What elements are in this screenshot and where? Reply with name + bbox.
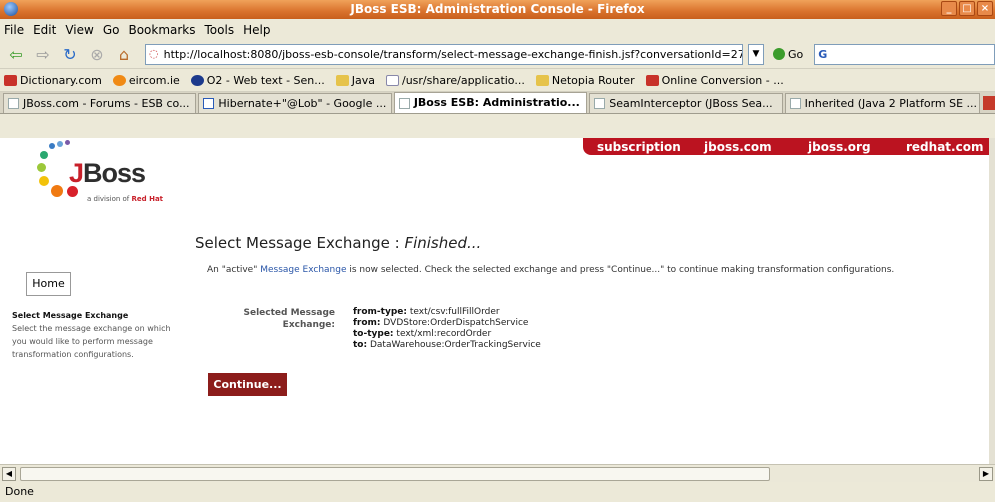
page-content: subscription jboss.com jboss.org redhat.… xyxy=(0,138,995,464)
sidebar-step: Select Message Exchange Select the messa… xyxy=(12,309,172,361)
file-icon xyxy=(789,98,801,109)
continue-button[interactable]: Continue... xyxy=(208,373,287,396)
go-icon xyxy=(773,48,785,60)
vertical-scrollbar[interactable] xyxy=(989,138,995,464)
message-exchange-link[interactable]: Message Exchange xyxy=(260,265,346,275)
window-controls: _ □ × xyxy=(941,1,993,16)
window-title: JBoss ESB: Administration Console - Fire… xyxy=(350,2,645,16)
folder-icon xyxy=(535,74,549,86)
firefox-icon xyxy=(4,2,18,16)
nav-jboss-org[interactable]: jboss.org xyxy=(808,140,871,154)
status-text: Done xyxy=(5,485,34,498)
sidebar-step-desc: Select the message exchange on which you… xyxy=(12,324,171,359)
tab-jboss-esb-admin[interactable]: JBoss ESB: Administratio... xyxy=(393,92,588,113)
menu-help[interactable]: Help xyxy=(243,23,270,37)
intro-text: An "active" Message Exchange is now sele… xyxy=(207,265,895,275)
nav-jboss-com[interactable]: jboss.com xyxy=(704,140,772,154)
window-titlebar: JBoss ESB: Administration Console - Fire… xyxy=(0,0,995,19)
bookmark-icon xyxy=(190,74,204,86)
bookmarks-toolbar: Dictionary.com eircom.ie O2 - Web text -… xyxy=(0,69,995,92)
url-bar[interactable]: ◌ http://localhost:8080/jboss-esb-consol… xyxy=(145,43,743,65)
tab-seam-interceptor[interactable]: SeamInterceptor (JBoss Sea... xyxy=(589,93,783,113)
menu-view[interactable]: View xyxy=(65,23,93,37)
close-icon[interactable]: × xyxy=(977,1,993,16)
selected-exchange-details: from-type: text/csv:fullFillOrder from: … xyxy=(353,307,541,351)
bookmark-icon xyxy=(112,74,126,86)
tab-icon xyxy=(398,97,410,109)
google-icon: G xyxy=(818,47,828,61)
selected-exchange-label: Selected Message Exchange: xyxy=(243,308,336,330)
bookmark-icon xyxy=(4,74,17,86)
detail-to-type: to-type: text/xml:recordOrder xyxy=(353,329,492,339)
bookmark-folder[interactable]: Netopia Router xyxy=(535,74,635,87)
jboss-logo[interactable]: JBoss a division of Red Hat xyxy=(37,140,187,203)
tab-bar: JBoss.com - Forums - ESB co... Hibernate… xyxy=(0,92,995,114)
bookmark-item[interactable]: eircom.ie xyxy=(112,74,180,87)
horizontal-scrollbar[interactable]: ◀ ▶ xyxy=(0,464,995,482)
home-button[interactable]: Home xyxy=(26,272,71,296)
stop-icon[interactable]: ⊗ xyxy=(85,43,109,65)
scroll-track[interactable] xyxy=(18,466,977,481)
menu-tools[interactable]: Tools xyxy=(205,23,235,37)
back-icon[interactable]: ⇦ xyxy=(4,43,28,65)
tab-jboss-forums[interactable]: JBoss.com - Forums - ESB co... xyxy=(3,93,197,113)
scroll-right-icon[interactable]: ▶ xyxy=(979,466,993,481)
bookmark-folder[interactable]: Java xyxy=(335,74,375,87)
bookmark-item[interactable]: O2 - Web text - Sen... xyxy=(190,74,325,87)
tab-inherited-java[interactable]: Inherited (Java 2 Platform SE ... xyxy=(784,93,981,113)
go-button[interactable]: Go xyxy=(773,48,803,61)
top-nav-bar: subscription jboss.com jboss.org redhat.… xyxy=(583,138,995,155)
page-icon: ◌ xyxy=(149,47,159,60)
scroll-thumb[interactable] xyxy=(20,466,770,481)
home-icon[interactable]: ⌂ xyxy=(112,43,136,65)
file-icon xyxy=(386,74,399,86)
sidebar-step-title: Select Message Exchange xyxy=(12,311,129,320)
navigation-toolbar: ⇦ ⇨ ↻ ⊗ ⌂ ◌ http://localhost:8080/jboss-… xyxy=(0,40,995,69)
menu-bar: File Edit View Go Bookmarks Tools Help xyxy=(0,19,995,40)
forward-icon[interactable]: ⇨ xyxy=(31,43,55,65)
menu-edit[interactable]: Edit xyxy=(33,23,56,37)
page-title: Select Message Exchange : Finished... xyxy=(195,234,482,252)
url-text: http://localhost:8080/jboss-esb-console/… xyxy=(163,47,743,61)
go-label: Go xyxy=(788,47,804,61)
status-bar: Done xyxy=(0,482,995,502)
search-input[interactable]: G xyxy=(814,43,995,65)
close-tab-icon[interactable] xyxy=(983,96,995,110)
tab-google-hibernate[interactable]: Hibernate+"@Lob" - Google ... xyxy=(198,93,392,113)
detail-to: to: DataWarehouse:OrderTrackingService xyxy=(353,340,541,350)
url-dropdown-icon[interactable]: ▼ xyxy=(748,43,764,65)
menu-bookmarks[interactable]: Bookmarks xyxy=(128,23,195,37)
maximize-icon[interactable]: □ xyxy=(959,1,975,16)
google-icon xyxy=(203,98,215,109)
bookmark-item[interactable]: Online Conversion - ... xyxy=(645,74,784,87)
menu-go[interactable]: Go xyxy=(103,23,120,37)
nav-redhat-com[interactable]: redhat.com xyxy=(906,140,983,154)
menu-file[interactable]: File xyxy=(4,23,24,37)
detail-from-type: from-type: text/csv:fullFillOrder xyxy=(353,307,500,317)
folder-icon xyxy=(335,74,349,86)
bookmark-item[interactable]: Dictionary.com xyxy=(4,74,102,87)
nav-subscription[interactable]: subscription xyxy=(597,140,681,154)
minimize-icon[interactable]: _ xyxy=(941,1,957,16)
tab-icon xyxy=(8,98,19,109)
reload-icon[interactable]: ↻ xyxy=(58,43,82,65)
detail-from: from: DVDStore:OrderDispatchService xyxy=(353,318,529,328)
scroll-left-icon[interactable]: ◀ xyxy=(2,466,16,481)
file-icon xyxy=(594,98,606,109)
bookmark-icon xyxy=(645,74,659,86)
bookmark-item[interactable]: /usr/share/applicatio... xyxy=(386,74,525,87)
